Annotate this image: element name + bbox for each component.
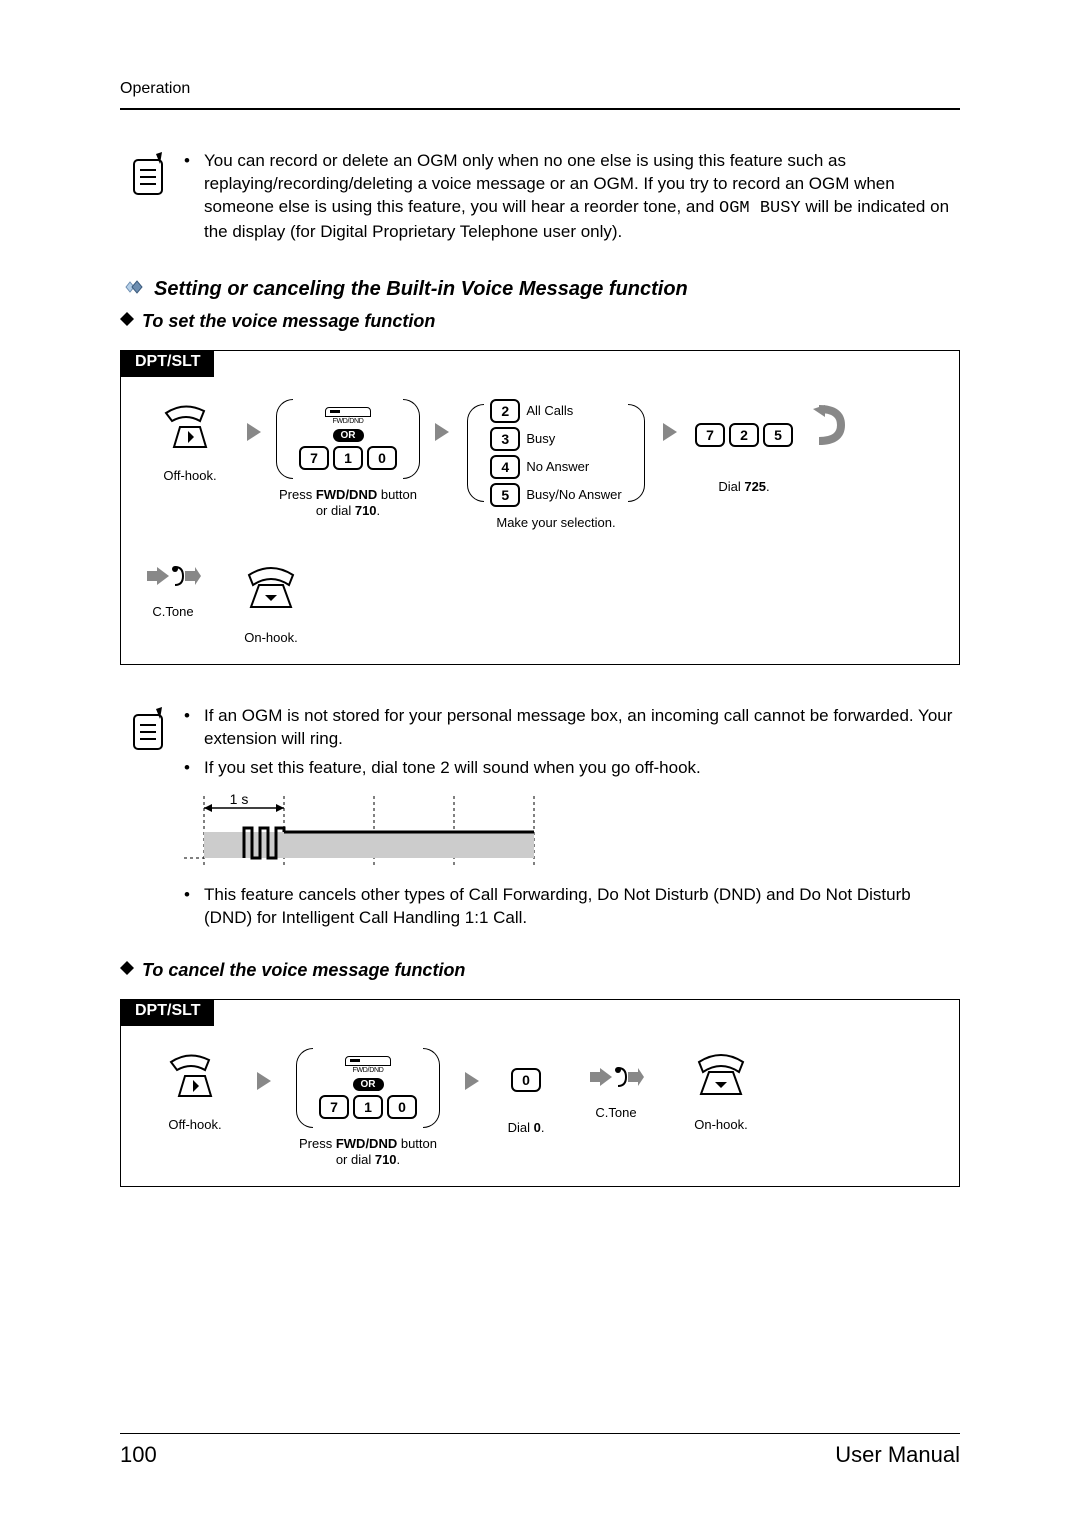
subheading-cancel: To cancel the voice message function <box>120 960 960 981</box>
set-flow-box: DPT/SLT Off-hook. <box>120 350 960 666</box>
offhook-icon <box>160 399 220 460</box>
arrow-icon <box>433 421 451 443</box>
selection-list: 2All Calls 3Busy 4No Answer 5Busy/No Ans… <box>490 399 621 507</box>
or-pill: OR <box>353 1078 384 1091</box>
arrow-icon <box>463 1070 481 1092</box>
subheading-cancel-text: To cancel the voice message function <box>142 960 465 981</box>
onhook-caption: On-hook. <box>694 1117 747 1133</box>
note1-code: OGM BUSY <box>719 199 801 218</box>
fwddnd-caption: Press FWD/DND button or dial 710. <box>279 487 417 520</box>
running-header: Operation <box>120 80 960 110</box>
manual-title: User Manual <box>835 1442 960 1468</box>
onhook-icon <box>691 1048 751 1109</box>
notepad-icon <box>120 705 176 936</box>
arrow-icon <box>245 421 263 443</box>
fwd-dnd-button-icon: FWD/DND <box>346 1056 390 1074</box>
page-footer: 100 User Manual <box>120 1433 960 1468</box>
subheading-set-text: To set the voice message function <box>142 311 435 332</box>
keypad-710: 7 1 0 <box>319 1095 417 1119</box>
page: Operation • You can record or delete an … <box>0 0 1080 1528</box>
keypad-0: 0 <box>511 1068 541 1092</box>
onhook-icon <box>241 561 301 622</box>
dial725-caption: Dial 725. <box>718 479 769 495</box>
dial0-caption: Dial 0. <box>508 1120 545 1136</box>
notepad-icon <box>120 150 176 250</box>
note-block-1: • You can record or delete an OGM only w… <box>120 150 960 250</box>
keypad-725: 7 2 5 <box>695 423 793 447</box>
note-block-2: •If an OGM is not stored for your person… <box>120 705 960 936</box>
offhook-caption: Off-hook. <box>163 468 216 484</box>
fwd-dnd-button-icon: FWD/DND <box>326 407 370 425</box>
fwddnd-caption: Press FWD/DND button or dial 710. <box>299 1136 437 1169</box>
diamond-icon <box>120 961 134 980</box>
ctone-icon <box>588 1062 644 1097</box>
cancel-flow-box: DPT/SLT Off-hook. <box>120 999 960 1188</box>
page-number: 100 <box>120 1442 157 1468</box>
diamond-icon <box>120 312 134 331</box>
arrow-icon <box>255 1070 273 1092</box>
section-heading: Setting or canceling the Built-in Voice … <box>120 278 960 301</box>
keypad-710: 7 1 0 <box>299 446 397 470</box>
note2-b1: If an OGM is not stored for your persona… <box>204 705 960 751</box>
one-second-label: 1 s <box>230 792 249 807</box>
offhook-caption: Off-hook. <box>168 1117 221 1133</box>
selection-caption: Make your selection. <box>496 515 615 531</box>
arrow-icon <box>661 421 679 443</box>
ctone-caption: C.Tone <box>595 1105 636 1121</box>
dpt-slt-label: DPT/SLT <box>121 351 214 377</box>
offhook-icon <box>165 1048 225 1109</box>
ctone-caption: C.Tone <box>152 604 193 620</box>
loop-back-icon <box>813 399 845 456</box>
note2-b2: If you set this feature, dial tone 2 wil… <box>204 757 960 780</box>
onhook-caption: On-hook. <box>244 630 297 646</box>
diamond-double-icon <box>120 278 146 301</box>
dpt-slt-label: DPT/SLT <box>121 1000 214 1026</box>
dial-tone-diagram: 1 s <box>184 792 960 872</box>
subheading-set: To set the voice message function <box>120 311 960 332</box>
ctone-icon <box>145 561 201 596</box>
or-pill: OR <box>333 429 364 442</box>
section-heading-text: Setting or canceling the Built-in Voice … <box>154 278 688 301</box>
note2-b3: This feature cancels other types of Call… <box>204 884 960 930</box>
note1-bullet: • You can record or delete an OGM only w… <box>184 150 960 244</box>
